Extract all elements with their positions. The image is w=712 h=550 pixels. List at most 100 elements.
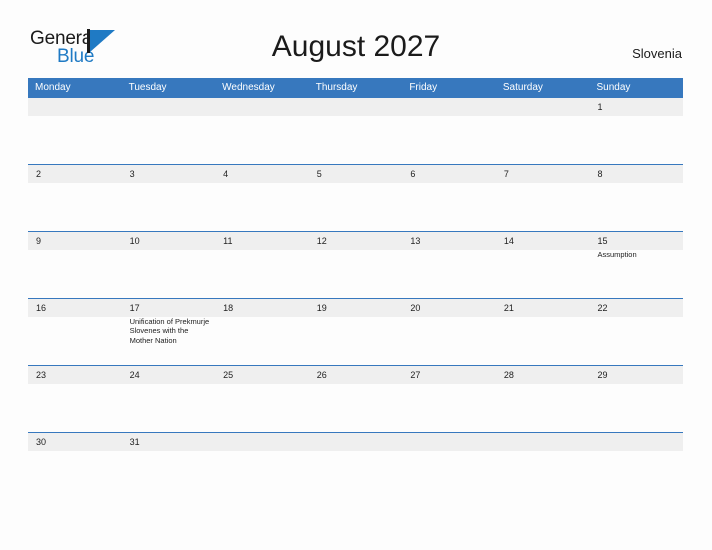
day-number-band: 1 <box>28 98 683 116</box>
day-events-band <box>28 116 683 164</box>
day-event <box>309 183 403 231</box>
day-event <box>215 317 309 365</box>
day-number[interactable]: 26 <box>309 366 403 384</box>
day-number[interactable] <box>589 433 683 451</box>
day-number[interactable]: 17 <box>122 299 216 317</box>
day-number[interactable] <box>496 98 590 116</box>
calendar-grid: Monday Tuesday Wednesday Thursday Friday… <box>28 78 683 462</box>
page-title: August 2027 <box>271 30 441 63</box>
day-number[interactable]: 22 <box>589 299 683 317</box>
day-event <box>215 116 309 164</box>
day-number[interactable]: 31 <box>122 433 216 451</box>
day-number[interactable]: 28 <box>496 366 590 384</box>
day-number[interactable]: 19 <box>309 299 403 317</box>
day-number[interactable]: 2 <box>28 165 122 183</box>
day-events-band <box>28 384 683 432</box>
day-event <box>122 116 216 164</box>
weekday-header-sunday: Sunday <box>596 82 631 93</box>
day-event <box>309 116 403 164</box>
day-number[interactable] <box>402 98 496 116</box>
day-event <box>122 250 216 298</box>
day-event <box>589 183 683 231</box>
day-number[interactable]: 1 <box>589 98 683 116</box>
day-events-band <box>28 183 683 231</box>
weekday-header-monday: Monday <box>35 82 71 93</box>
day-event <box>402 250 496 298</box>
day-event <box>309 317 403 365</box>
day-event <box>309 384 403 432</box>
day-number[interactable] <box>309 98 403 116</box>
day-number[interactable] <box>402 433 496 451</box>
day-number[interactable]: 7 <box>496 165 590 183</box>
day-event <box>28 116 122 164</box>
day-number-band: 23 24 25 26 27 28 29 <box>28 366 683 384</box>
day-number[interactable]: 16 <box>28 299 122 317</box>
day-number[interactable]: 25 <box>215 366 309 384</box>
day-number[interactable] <box>496 433 590 451</box>
day-number[interactable]: 12 <box>309 232 403 250</box>
day-number[interactable]: 3 <box>122 165 216 183</box>
calendar-week-row: 1 <box>28 97 683 164</box>
day-event <box>309 250 403 298</box>
weekday-header-wednesday: Wednesday <box>222 82 275 93</box>
day-number-band: 9 10 11 12 13 14 15 <box>28 232 683 250</box>
day-number[interactable] <box>215 433 309 451</box>
day-number[interactable]: 24 <box>122 366 216 384</box>
day-event: Unification of Prekmurje Slovenes with t… <box>129 317 210 345</box>
calendar-week-row: 9 10 11 12 13 14 15 Assumption <box>28 231 683 298</box>
day-number[interactable]: 21 <box>496 299 590 317</box>
day-event <box>28 384 122 432</box>
day-number[interactable]: 18 <box>215 299 309 317</box>
day-number[interactable]: 9 <box>28 232 122 250</box>
day-number[interactable] <box>309 433 403 451</box>
day-event <box>589 384 683 432</box>
day-event <box>402 317 496 365</box>
weekday-header-thursday: Thursday <box>315 82 358 93</box>
day-event <box>215 250 309 298</box>
weekday-header-tuesday: Tuesday <box>128 82 167 93</box>
day-event <box>215 183 309 231</box>
day-event <box>496 250 590 298</box>
day-number[interactable]: 11 <box>215 232 309 250</box>
day-event <box>122 451 216 462</box>
day-number[interactable]: 30 <box>28 433 122 451</box>
day-event <box>496 183 590 231</box>
day-events-band: Unification of Prekmurje Slovenes with t… <box>28 317 683 365</box>
day-event <box>496 116 590 164</box>
day-number[interactable]: 10 <box>122 232 216 250</box>
day-event <box>28 250 122 298</box>
calendar-week-row: 2 3 4 5 6 7 8 <box>28 164 683 231</box>
day-event <box>496 317 590 365</box>
day-number[interactable]: 15 <box>589 232 683 250</box>
day-number-band: 30 31 <box>28 433 683 451</box>
day-number[interactable] <box>28 98 122 116</box>
day-event: Assumption <box>597 250 637 259</box>
calendar-week-row: 23 24 25 26 27 28 29 <box>28 365 683 432</box>
day-event <box>28 183 122 231</box>
day-number[interactable]: 14 <box>496 232 590 250</box>
calendar-week-row: 16 17 18 19 20 21 22 Unification of Prek… <box>28 298 683 365</box>
day-event <box>402 451 496 462</box>
day-number[interactable]: 4 <box>215 165 309 183</box>
weekday-header-friday: Friday <box>409 82 438 93</box>
day-number[interactable]: 27 <box>402 366 496 384</box>
day-number[interactable]: 20 <box>402 299 496 317</box>
day-number[interactable]: 29 <box>589 366 683 384</box>
day-number[interactable] <box>215 98 309 116</box>
day-number[interactable] <box>122 98 216 116</box>
day-event <box>122 384 216 432</box>
day-number-band: 16 17 18 19 20 21 22 <box>28 299 683 317</box>
day-number[interactable]: 23 <box>28 366 122 384</box>
day-event <box>402 183 496 231</box>
weekday-header-row: Monday Tuesday Wednesday Thursday Friday… <box>28 78 683 97</box>
day-number[interactable]: 5 <box>309 165 403 183</box>
day-event <box>402 384 496 432</box>
day-event <box>402 116 496 164</box>
day-number[interactable]: 8 <box>589 165 683 183</box>
day-event <box>122 183 216 231</box>
day-events-band <box>28 451 683 462</box>
day-number[interactable]: 13 <box>402 232 496 250</box>
page-header: General Blue August 2027 Slovenia <box>0 0 712 78</box>
day-number[interactable]: 6 <box>402 165 496 183</box>
day-event <box>215 451 309 462</box>
